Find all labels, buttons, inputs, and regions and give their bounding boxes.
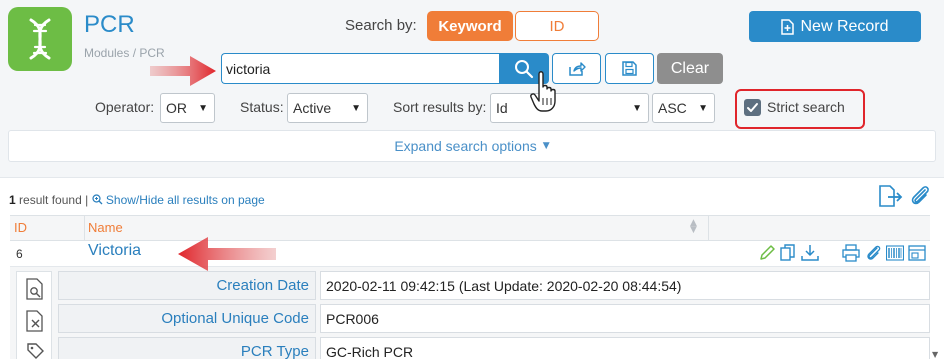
paperclip-icon[interactable]	[864, 244, 882, 262]
label-print-icon[interactable]	[908, 244, 926, 262]
row-id-cell: 6	[16, 247, 23, 261]
results-separator: |	[85, 193, 89, 207]
operator-select[interactable]: OR ▼	[160, 93, 215, 123]
results-found-label: result found	[19, 193, 82, 207]
search-by-label: Search by:	[345, 17, 417, 34]
dropdown-caret-icon: ▼	[351, 103, 361, 114]
operator-label: Operator:	[95, 99, 155, 115]
zoom-icon	[91, 194, 103, 205]
show-hide-all-link[interactable]: Show/Hide all results on page	[106, 193, 265, 207]
creation-date-value: 2020-02-11 09:42:15 (Last Update: 2020-0…	[320, 271, 930, 300]
table-header	[10, 215, 930, 241]
id-toggle-button[interactable]: ID	[515, 11, 599, 41]
annotation-arrow-icon	[150, 56, 216, 86]
strict-search-checkbox[interactable]	[744, 99, 761, 116]
pcr-type-value: GC-Rich PCR	[320, 337, 930, 359]
dropdown-caret-icon: ▼	[632, 103, 642, 114]
clear-button[interactable]: Clear	[657, 53, 723, 84]
tag-icon[interactable]	[25, 340, 45, 359]
column-header-name[interactable]: Name	[88, 220, 123, 235]
dropdown-caret-icon: ▼	[698, 103, 708, 114]
strict-search-label[interactable]: Strict search	[767, 99, 845, 115]
status-label: Status:	[240, 99, 284, 115]
unique-code-label: Optional Unique Code	[58, 304, 316, 333]
dna-icon	[29, 18, 51, 60]
sort-icon[interactable]: ▲ ▼	[690, 219, 697, 235]
dropdown-caret-icon: ▼	[198, 103, 208, 114]
annotation-arrow-icon	[178, 237, 276, 271]
row-name-link[interactable]: Victoria	[88, 242, 141, 260]
barcode-icon[interactable]	[886, 244, 904, 262]
creation-date-label: Creation Date	[58, 271, 316, 300]
scroll-down-icon[interactable]: ▼	[932, 350, 938, 359]
share-icon	[568, 61, 586, 76]
new-file-icon	[781, 18, 795, 35]
save-search-button[interactable]	[605, 53, 654, 84]
paperclip-icon[interactable]	[908, 184, 932, 208]
column-header-id[interactable]: ID	[14, 220, 27, 235]
download-icon[interactable]	[801, 244, 819, 262]
status-value: Active	[293, 100, 332, 116]
edit-icon[interactable]	[758, 244, 776, 262]
status-select[interactable]: Active ▼	[287, 93, 368, 123]
print-icon[interactable]	[842, 244, 860, 262]
sort-value: Id	[496, 100, 508, 116]
order-value: ASC	[658, 100, 687, 116]
new-record-label: New Record	[800, 17, 889, 35]
checkmark-icon	[747, 103, 758, 112]
order-select[interactable]: ASC ▼	[652, 93, 715, 123]
expand-search-options[interactable]: Expand search options ▼	[8, 130, 936, 162]
export-icon[interactable]	[878, 184, 904, 208]
floppy-icon	[622, 61, 637, 76]
clear-file-icon[interactable]	[25, 310, 45, 332]
sort-select[interactable]: Id ▼	[490, 93, 649, 123]
results-summary: 1 result found | Show/Hide all results o…	[9, 193, 265, 207]
duplicate-icon[interactable]	[779, 244, 797, 262]
pcr-type-label: PCR Type	[58, 337, 316, 359]
unique-code-value: PCR006	[320, 304, 930, 333]
new-record-button[interactable]: New Record	[749, 11, 921, 42]
record-side-toolbar	[16, 271, 52, 359]
view-file-icon[interactable]	[25, 278, 45, 300]
page-title: PCR	[84, 11, 135, 38]
caret-down-icon: ▼	[542, 141, 550, 151]
keyword-toggle-button[interactable]: Keyword	[427, 11, 513, 41]
hand-cursor-icon	[530, 71, 556, 112]
search-input[interactable]	[221, 53, 499, 84]
app-logo	[8, 7, 72, 71]
operator-value: OR	[166, 100, 187, 116]
expand-search-label[interactable]: Expand search options	[394, 138, 536, 154]
results-count: 1	[9, 193, 16, 207]
sort-label: Sort results by:	[393, 99, 487, 115]
